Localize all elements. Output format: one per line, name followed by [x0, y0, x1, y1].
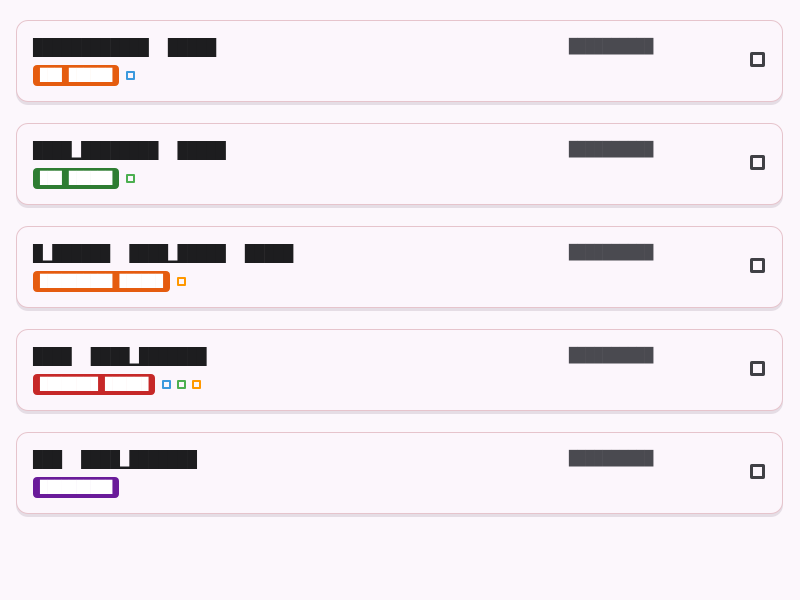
item-chip: ███ ██████ — [33, 65, 120, 86]
item-checkbox[interactable] — [750, 52, 765, 67]
item-title: ████████████ █████ — [33, 38, 217, 57]
item-indicator-dots — [176, 277, 186, 286]
status-dot-icon — [192, 380, 202, 389]
item-title: █▁██████ ████▁█████ █████ — [33, 244, 294, 263]
task-list: ████████████ █████ ██████████ ███ ██████… — [0, 0, 800, 600]
list-item[interactable]: ████▁████████ █████ ██████████ ███ █████… — [16, 123, 783, 205]
status-dot-icon — [162, 380, 172, 389]
status-dot-icon — [126, 71, 136, 80]
item-indicator-dots — [126, 174, 136, 183]
item-checkbox[interactable] — [750, 155, 765, 170]
item-title: ████ ████▁███████ — [33, 347, 207, 366]
list-item[interactable]: ███ ████▁███████ ██████████ ██████████ — [16, 432, 783, 514]
item-indicator-dots — [126, 71, 136, 80]
status-dot-icon — [176, 277, 186, 286]
item-chip: ████████ ██████ — [33, 374, 156, 395]
item-chip: ██████████ ██████ — [33, 271, 170, 292]
item-checkbox[interactable] — [750, 361, 765, 376]
item-checkbox[interactable] — [750, 464, 765, 479]
item-checkbox[interactable] — [750, 258, 765, 273]
item-timestamp: ██████████ — [569, 39, 654, 55]
item-timestamp: ██████████ — [569, 245, 654, 261]
item-timestamp: ██████████ — [569, 142, 654, 158]
item-title: ████▁████████ █████ — [33, 141, 226, 160]
list-item[interactable]: ████████████ █████ ██████████ ███ ██████ — [16, 20, 783, 102]
item-indicator-dots — [162, 380, 202, 389]
item-tags: ███ ██████ — [33, 168, 136, 189]
status-dot-icon — [126, 174, 136, 183]
list-item[interactable]: █▁██████ ████▁█████ █████ ██████████ ███… — [16, 226, 783, 308]
item-timestamp: ██████████ — [569, 451, 654, 467]
item-tags: ████████ ██████ — [33, 374, 202, 395]
item-title: ███ ████▁███████ — [33, 450, 197, 469]
item-tags: ███ ██████ — [33, 65, 136, 86]
item-chip: ███ ██████ — [33, 168, 120, 189]
item-tags: ██████████ ██████ — [33, 271, 186, 292]
status-dot-icon — [177, 380, 187, 389]
item-timestamp: ██████████ — [569, 348, 654, 364]
item-chip: ██████████ — [33, 477, 120, 498]
item-tags: ██████████ — [33, 477, 126, 498]
list-item[interactable]: ████ ████▁███████ ██████████ ████████ ██… — [16, 329, 783, 411]
